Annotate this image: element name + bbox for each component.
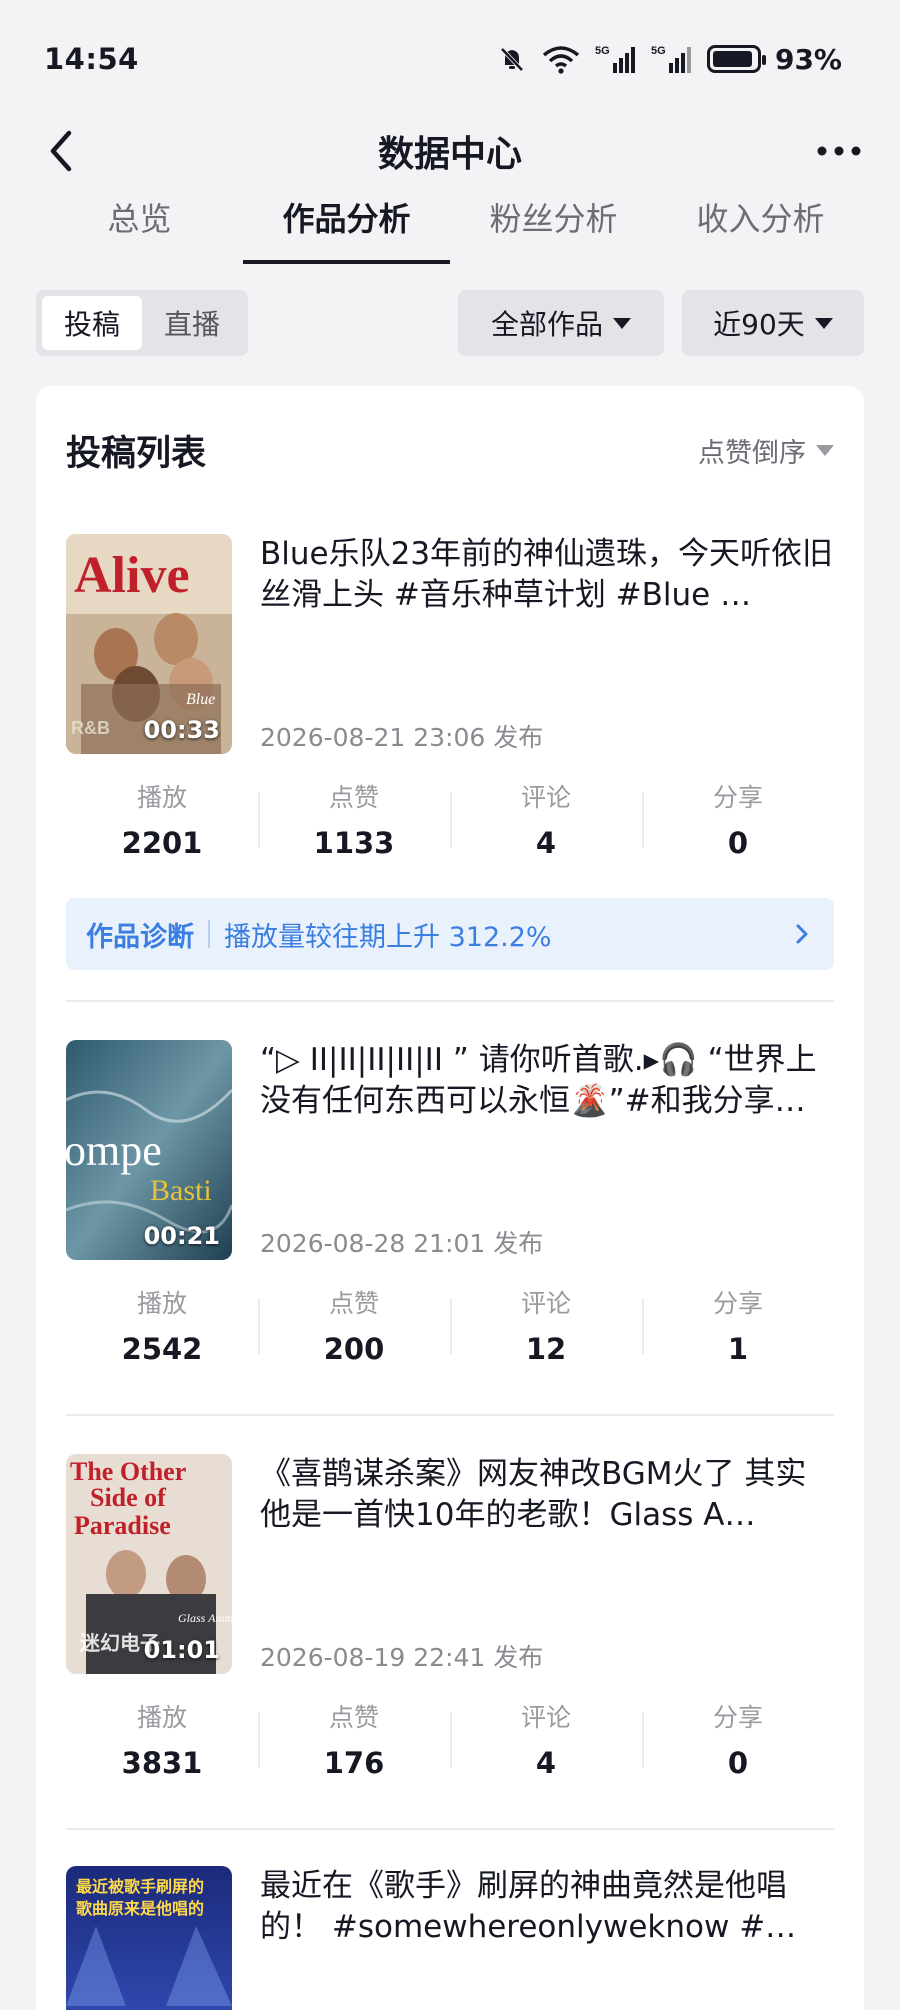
stat-likes: 点赞 1133	[258, 778, 450, 864]
stat-shares: 分享 1	[642, 1284, 834, 1370]
thumb-title-text: 最近被歌手刷屏的	[76, 1877, 204, 1896]
thumb-title-text: The Other	[70, 1457, 186, 1486]
tab-fans-analysis[interactable]: 粉丝分析	[450, 184, 657, 264]
filter-row: 投稿 直播 全部作品 近90天	[36, 290, 864, 356]
stat-comments: 评论 12	[450, 1284, 642, 1370]
scope-dropdown[interactable]: 全部作品	[458, 290, 664, 356]
post-title[interactable]: 最近在《歌手》刷屏的神曲竟然是他唱的！ #somewhereonlyweknow…	[260, 1866, 834, 1948]
stat-plays: 播放 2201	[121, 783, 203, 860]
post-date: 2026-08-19 22:41 发布	[260, 1643, 544, 1672]
stat-comments: 评论 4	[450, 778, 642, 864]
stat-likes: 点赞 200	[258, 1284, 450, 1370]
stat-shares: 分享 0	[642, 1698, 834, 1784]
svg-text:5G: 5G	[595, 45, 610, 57]
stat-comments: 评论 4	[450, 1698, 642, 1784]
diagnosis-text: 播放量较往期上升 312.2%	[224, 921, 552, 953]
post-date: 2026-08-21 23:06 发布	[260, 723, 544, 752]
stat-plays: 播放 2542	[121, 1289, 203, 1366]
svg-text:Glass Animals: Glass Animals	[178, 1611, 232, 1625]
chevron-right-icon	[790, 922, 814, 946]
divider	[66, 1414, 834, 1416]
divider	[66, 1000, 834, 1002]
post-thumbnail[interactable]: ompe Basti 00:21	[66, 1040, 232, 1260]
caret-down-icon	[814, 317, 833, 329]
page-title: 数据中心	[377, 134, 522, 175]
sort-dropdown[interactable]: 点赞倒序	[698, 431, 834, 470]
back-button[interactable]	[36, 126, 86, 176]
segment-posts[interactable]: 投稿	[42, 296, 142, 350]
divider	[66, 1828, 834, 1830]
stat-likes: 点赞 176	[258, 1698, 450, 1784]
post-thumbnail[interactable]: Alive Blue R&B 00:33	[66, 534, 232, 754]
work-diagnosis-banner[interactable]: 作品诊断 播放量较往期上升 312.2%	[66, 898, 834, 970]
post-thumbnail[interactable]: The Other Side of Paradise Glass Animals…	[66, 1454, 232, 1674]
sort-label: 点赞倒序	[698, 437, 806, 469]
caret-down-icon	[613, 317, 631, 329]
segment-live[interactable]: 直播	[142, 296, 242, 350]
post-title[interactable]: “▷ ⅠⅠ|ⅠⅠ|ⅠⅠ|ⅠⅠ|ⅠⅠ ” 请你听首歌.▸🎧 “世界上没有任何东西可…	[260, 1040, 834, 1122]
status-icons: 5G 5G 93%	[497, 43, 842, 76]
post-stats: 播放 2542 点赞 200 评论 12 分享 1	[66, 1284, 834, 1370]
svg-text:Blue: Blue	[186, 691, 215, 708]
post-date: 2026-08-28 21:01 发布	[260, 1229, 544, 1258]
content-type-segmented: 投稿 直播	[36, 290, 248, 356]
svg-text:Side of: Side of	[90, 1483, 166, 1512]
post-title[interactable]: 《喜鹊谋杀案》网友神改BGM火了 其实他是一首快10年的老歌！Glass A…	[260, 1454, 834, 1536]
thumb-title-text: Alive	[74, 547, 190, 604]
post-stats: 播放 3831 点赞 176 评论 4 分享 0	[66, 1698, 834, 1784]
caret-down-icon	[816, 444, 834, 456]
battery-icon	[706, 45, 766, 73]
svg-text:5G: 5G	[651, 45, 666, 57]
battery-percent: 93%	[774, 42, 842, 76]
nav-bar: 数据中心	[0, 118, 900, 184]
tab-overview[interactable]: 总览	[36, 184, 243, 264]
card-title: 投稿列表	[66, 433, 207, 474]
wifi-icon	[541, 44, 581, 74]
stat-shares: 分享 0	[642, 778, 834, 864]
tab-works-analysis[interactable]: 作品分析	[243, 184, 450, 264]
status-bar: 14:54 5G 5G 93%	[0, 0, 900, 118]
diagnosis-label: 作品诊断	[86, 921, 194, 953]
diagnosis-divider	[208, 920, 210, 948]
post-title[interactable]: Blue乐队23年前的神仙遗珠，今天听依旧丝滑上头 #音乐种草计划 #Blue …	[260, 534, 834, 616]
range-dropdown[interactable]: 近90天	[682, 290, 864, 356]
posts-card: 投稿列表 点赞倒序 Alive Blue R&B 00:33 Blue乐队23年…	[36, 386, 864, 2010]
post-thumbnail[interactable]: 最近被歌手刷屏的 歌曲原来是他唱的	[66, 1866, 232, 2010]
svg-text:Basti: Basti	[150, 1174, 212, 1207]
post-stats: 播放 2201 点赞 1133 评论 4 分享 0	[66, 778, 834, 864]
more-dots-icon	[817, 146, 861, 156]
signal-5g-icon-2: 5G	[651, 43, 693, 75]
analysis-tabs: 总览 作品分析 粉丝分析 收入分析	[36, 184, 864, 264]
card-header: 投稿列表 点赞倒序	[36, 386, 864, 514]
svg-text:R&B: R&B	[71, 718, 110, 738]
video-duration: 00:33	[143, 716, 220, 744]
scope-dropdown-label: 全部作品	[490, 308, 603, 341]
signal-5g-icon: 5G	[595, 43, 637, 75]
svg-text:歌曲原来是他唱的: 歌曲原来是他唱的	[76, 1899, 204, 1918]
video-duration: 00:21	[143, 1222, 220, 1250]
status-time: 14:54	[44, 42, 139, 76]
svg-text:Paradise: Paradise	[74, 1511, 171, 1540]
chevron-left-icon	[50, 130, 72, 172]
more-button[interactable]	[814, 126, 864, 176]
thumb-title-text: ompe	[66, 1126, 162, 1175]
tab-income-analysis[interactable]: 收入分析	[657, 184, 864, 264]
video-duration: 01:01	[143, 1636, 220, 1664]
stat-plays: 播放 3831	[121, 1703, 203, 1780]
mute-bell-icon	[497, 44, 527, 74]
range-dropdown-label: 近90天	[713, 308, 805, 341]
